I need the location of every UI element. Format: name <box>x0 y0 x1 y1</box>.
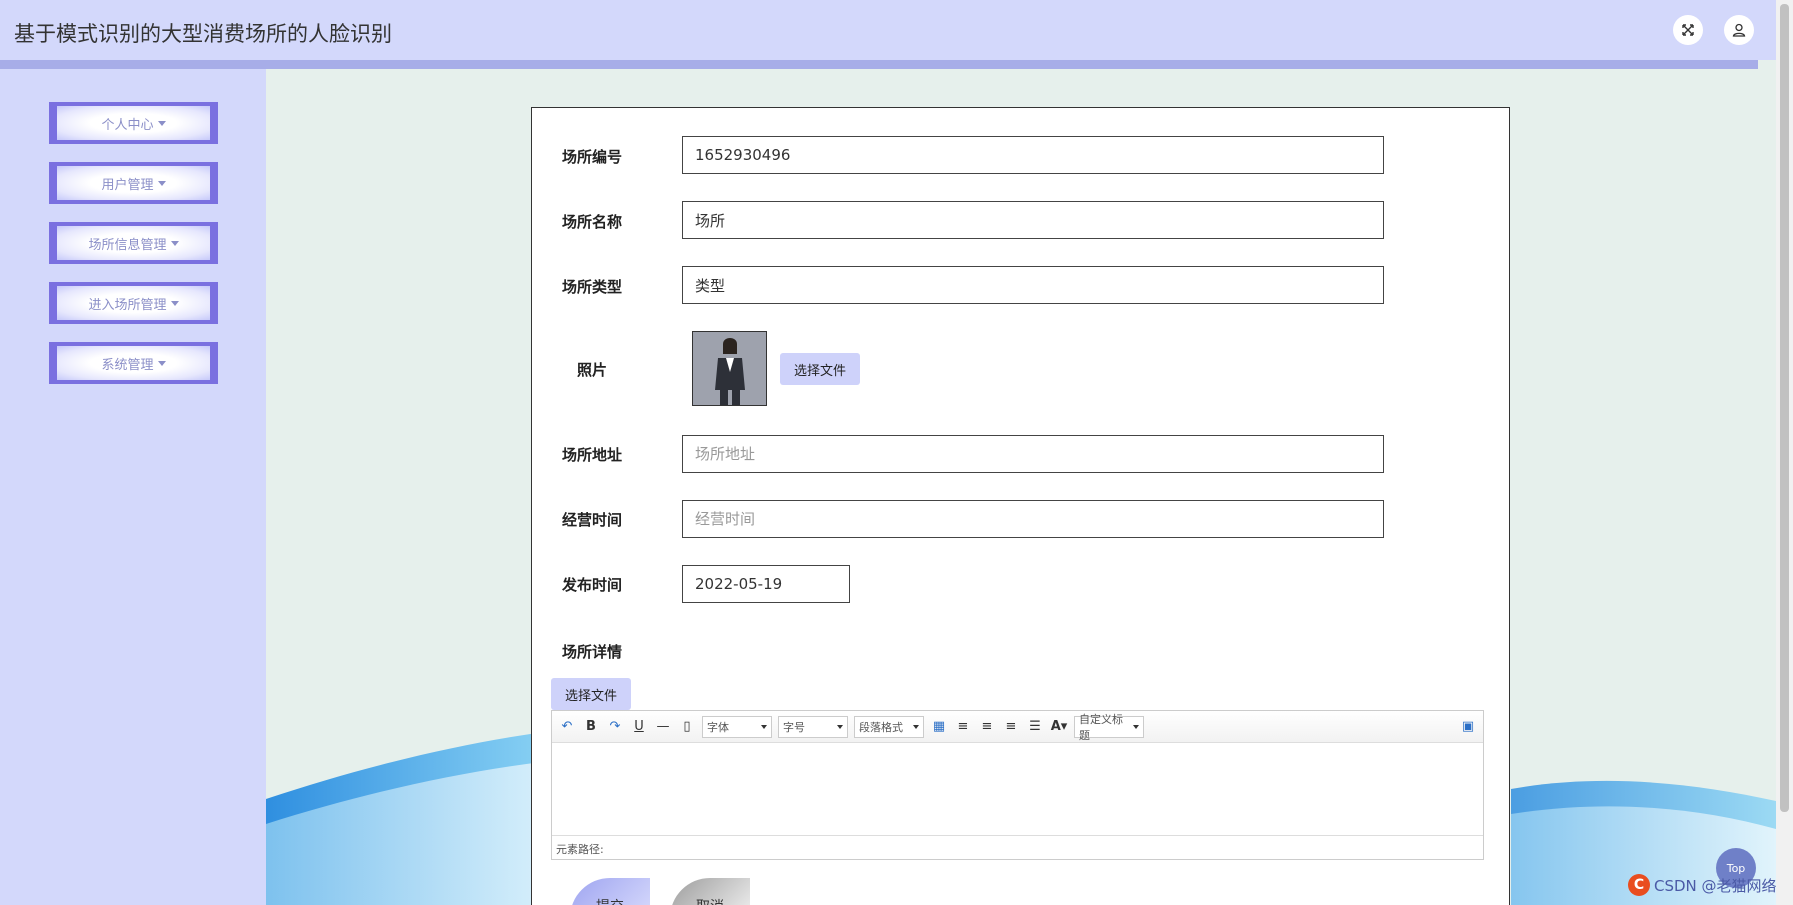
align-right-icon[interactable]: ≡ <box>978 718 996 736</box>
caret-down-icon <box>170 240 179 246</box>
custom-title-select[interactable]: 自定义标题 <box>1074 713 1144 742</box>
watermark-text: CSDN @老猫网络 <box>1654 876 1777 895</box>
cancel-button[interactable]: 取消 <box>670 878 750 905</box>
venue-address-input[interactable] <box>682 435 1384 473</box>
font-family-select[interactable]: 字体 <box>702 715 772 738</box>
photo-label: 照片 <box>576 361 607 379</box>
sidebar-item-venue-entry-management[interactable]: 进入场所管理 <box>49 282 218 324</box>
sidebar-item-label: 进入场所管理 <box>88 297 167 313</box>
venue-address-label: 场所地址 <box>561 446 622 464</box>
font-size-select[interactable]: 字号 <box>778 715 848 738</box>
watermark: C CSDN @老猫网络 <box>1628 874 1777 896</box>
undo-icon[interactable]: ↶ <box>558 718 576 736</box>
element-path: 元素路径: <box>552 835 1483 859</box>
photo-choose-file-button[interactable]: 选择文件 <box>780 353 861 385</box>
editor-content-area[interactable] <box>552 743 1483 835</box>
rich-text-editor: ↶ B ↷ U — ▯ 字体 字号 段落格式 ▦ ≡ ≡ ≡ ☰ A▾ 自定义标… <box>551 710 1484 860</box>
underline-icon[interactable]: U <box>630 718 648 736</box>
font-family-label: 字体 <box>707 720 729 734</box>
redo-icon[interactable]: ↷ <box>606 718 624 736</box>
sidebar-item-label: 个人中心 <box>101 117 154 133</box>
sidebar-item-venue-info-management[interactable]: 场所信息管理 <box>49 222 218 264</box>
scroll-thumb[interactable] <box>1780 4 1789 812</box>
bold-icon[interactable]: B <box>582 718 600 736</box>
app-header: 基于模式识别的大型消费场所的人脸识别 <box>0 0 1776 60</box>
venue-code-input[interactable] <box>682 136 1384 174</box>
align-justify-icon[interactable]: ☰ <box>1026 718 1044 736</box>
editor-toolbar: ↶ B ↷ U — ▯ 字体 字号 段落格式 ▦ ≡ ≡ ≡ ☰ A▾ 自定义标… <box>552 711 1483 743</box>
user-button[interactable] <box>1724 15 1754 45</box>
publish-date-input[interactable] <box>682 565 850 603</box>
venue-type-input[interactable] <box>682 266 1384 304</box>
font-color-icon[interactable]: A▾ <box>1050 718 1068 736</box>
venue-name-input[interactable] <box>682 201 1384 239</box>
venue-form: 场所编号 场所名称 场所类型 照片 选择文件 场所地址 经营时间 发布时间 场所… <box>531 107 1510 905</box>
dropdown-icon <box>913 724 919 729</box>
fullscreen-button[interactable] <box>1673 15 1703 45</box>
venue-type-label: 场所类型 <box>561 278 622 296</box>
header-stripe <box>0 60 1758 69</box>
venue-name-label: 场所名称 <box>561 213 622 231</box>
sidebar: 个人中心 用户管理 场所信息管理 进入场所管理 系统管理 <box>0 69 266 905</box>
sidebar-item-system-management[interactable]: 系统管理 <box>49 342 218 384</box>
venue-photo <box>692 331 767 406</box>
fullscreen-icon <box>1682 24 1694 36</box>
user-icon <box>1732 23 1746 37</box>
align-left-icon[interactable]: ≡ <box>954 718 972 736</box>
font-size-label: 字号 <box>783 720 805 734</box>
venue-code-label: 场所编号 <box>561 148 622 166</box>
align-center-icon[interactable]: ≡ <box>1002 718 1020 736</box>
sidebar-item-label: 系统管理 <box>101 357 154 373</box>
detail-choose-file-button[interactable]: 选择文件 <box>551 678 632 710</box>
dropdown-icon <box>837 724 843 729</box>
caret-down-icon <box>170 300 179 306</box>
sidebar-item-personal-center[interactable]: 个人中心 <box>49 102 218 144</box>
custom-title-label: 自定义标题 <box>1079 712 1123 742</box>
sidebar-item-label: 用户管理 <box>101 177 154 193</box>
table-icon[interactable]: ▦ <box>930 718 948 736</box>
csdn-logo-icon: C <box>1628 874 1650 896</box>
paragraph-format-label: 段落格式 <box>859 720 903 734</box>
app-title: 基于模式识别的大型消费场所的人脸识别 <box>14 22 392 46</box>
dropdown-icon <box>1133 724 1139 729</box>
sidebar-item-user-management[interactable]: 用户管理 <box>49 162 218 204</box>
venue-detail-label: 场所详情 <box>561 643 622 661</box>
sidebar-item-label: 场所信息管理 <box>88 237 167 253</box>
horizontal-rule-icon[interactable]: — <box>654 718 672 736</box>
caret-down-icon <box>157 180 166 186</box>
person-photo-icon <box>693 332 766 405</box>
preview-icon[interactable]: ▣ <box>1459 718 1477 736</box>
business-hours-label: 经营时间 <box>561 511 622 529</box>
caret-down-icon <box>157 120 166 126</box>
paragraph-format-select[interactable]: 段落格式 <box>854 715 924 738</box>
caret-down-icon <box>157 360 166 366</box>
document-icon[interactable]: ▯ <box>678 718 696 736</box>
dropdown-icon <box>761 724 767 729</box>
submit-button[interactable]: 提交 <box>570 878 650 905</box>
business-hours-input[interactable] <box>682 500 1384 538</box>
publish-time-label: 发布时间 <box>561 576 622 594</box>
scrollbar[interactable] <box>1776 0 1793 905</box>
